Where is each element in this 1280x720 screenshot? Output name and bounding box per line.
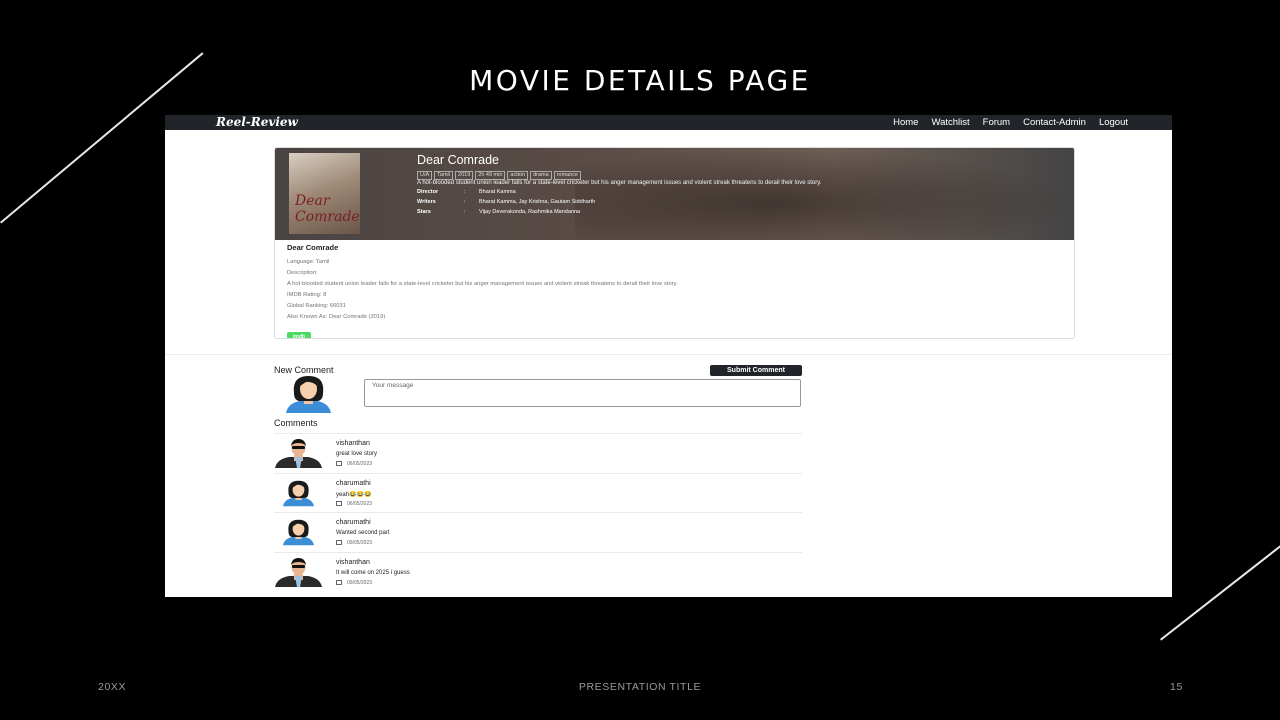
comment-item: charumathi yeah😂😂😂 06/05/2023	[274, 472, 802, 513]
movie-tag: action	[507, 171, 529, 180]
navbar: Reel-Review Home Watchlist Forum Contact…	[165, 115, 1172, 130]
brand-logo[interactable]: Reel-Review	[216, 115, 298, 130]
crew-separator: :	[464, 209, 466, 215]
description-text: A hot-blooded student union leader falls…	[287, 281, 678, 287]
description-label: Description:	[287, 270, 318, 276]
comment-user: charumathi	[336, 519, 371, 526]
also-known-as: Also Known As: Dear Comrade (2019)	[287, 314, 386, 320]
comment-date: 06/05/2023	[336, 461, 372, 467]
comment-date: 06/05/2023	[336, 500, 373, 507]
divider	[165, 354, 1172, 355]
footer-page-number: 15	[1170, 681, 1183, 693]
comment-user: charumathi	[336, 479, 371, 487]
decorative-line	[1160, 542, 1280, 641]
movie-poster: Dear Comrade	[289, 153, 360, 234]
nav-home[interactable]: Home	[893, 115, 918, 130]
crew-value: Bharat Kamma	[479, 189, 516, 195]
movie-tag: U/A	[417, 171, 433, 180]
comment-text: It will come on 2025 i guess	[336, 569, 410, 576]
comment-user: vishanthan	[336, 440, 370, 447]
imdb-button[interactable]: imdb	[287, 332, 311, 338]
nav-contact-admin[interactable]: Contact-Admin	[1023, 115, 1086, 130]
movie-title: Dear Comrade	[417, 153, 499, 167]
screenshot-frame: Reel-Review Home Watchlist Forum Contact…	[165, 115, 1172, 597]
global-ranking: Global Ranking: 66031	[287, 303, 346, 309]
comment-item: vishanthan great love story 06/05/2023	[274, 433, 802, 473]
comment-text: Wanted second part	[336, 530, 390, 536]
movie-info: Dear Comrade Language: Tamil Description…	[287, 243, 1062, 338]
hero-backdrop	[575, 148, 1074, 240]
new-comment-heading: New Comment	[274, 365, 334, 375]
comment-text: great love story	[336, 451, 378, 457]
comment-date-text: 06/05/2023	[347, 500, 373, 507]
calendar-icon	[336, 500, 342, 506]
comment-user: vishanthan	[336, 558, 370, 566]
calendar-icon	[336, 461, 342, 466]
message-textarea[interactable]: Your message	[364, 379, 801, 407]
submit-comment-button[interactable]: Submit Comment	[710, 365, 802, 376]
crew-value: Vijay Deverakonda, Rashmika Mandanna	[479, 209, 581, 215]
comment-date-text: 06/05/2023	[347, 461, 373, 467]
crew-separator: :	[464, 199, 466, 205]
movie-tag: 2h 49 min	[475, 171, 506, 180]
movie-card: Dear Comrade Dear Comrade U/A Tamil 2019…	[274, 147, 1075, 339]
crew-stars: Stars: Vijay Deverakonda, Rashmika Mandan…	[417, 209, 580, 215]
language-line: Language: Tamil	[287, 259, 330, 265]
movie-tag: drama	[530, 171, 552, 180]
movie-tag: Tamil	[434, 171, 454, 180]
male-avatar-icon	[274, 558, 323, 587]
movie-hero-banner: Dear Comrade Dear Comrade U/A Tamil 2019…	[275, 148, 1074, 240]
calendar-icon	[336, 579, 342, 585]
comment-item: charumathi Wanted second part 09/05/2023	[274, 512, 802, 552]
slide-title: MOVIE DETAILS PAGE	[469, 64, 811, 97]
nav-forum[interactable]: Forum	[983, 115, 1010, 130]
movie-tag: romance	[553, 171, 582, 180]
female-avatar-icon	[274, 479, 323, 508]
male-avatar-icon	[274, 439, 323, 468]
movie-tag: 2019	[455, 171, 474, 180]
poster-title-art: Dear Comrade	[295, 193, 360, 225]
movie-tagline: A hot-blooded student union leader falls…	[417, 180, 822, 186]
nav-logout[interactable]: Logout	[1099, 115, 1128, 130]
crew-director: Director: Bharat Kamma	[417, 189, 516, 195]
crew-label: Stars	[417, 209, 431, 215]
comment-item: vishanthan It will come on 2025 i guess …	[274, 551, 802, 592]
crew-separator: :	[464, 189, 466, 195]
female-avatar-icon	[273, 376, 344, 413]
nav-links: Home Watchlist Forum Contact-Admin Logou…	[893, 115, 1128, 130]
crew-writers: Writers: Bharat Kamma, Jay Krishna, Gauta…	[417, 199, 595, 205]
crew-label: Writers	[417, 199, 436, 205]
comment-date: 09/05/2023	[336, 579, 373, 586]
nav-watchlist[interactable]: Watchlist	[931, 115, 969, 130]
info-title: Dear Comrade	[287, 243, 339, 252]
imdb-rating: IMDB Rating: 8	[287, 292, 327, 298]
footer-presentation-title: PRESENTATION TITLE	[578, 681, 702, 693]
comment-date: 09/05/2023	[336, 540, 372, 546]
comment-date-text: 09/05/2023	[347, 579, 373, 586]
crew-label: Director	[417, 189, 439, 195]
comments-heading: Comments	[274, 418, 318, 428]
comment-text: yeah😂😂😂	[336, 491, 372, 498]
female-avatar-icon	[274, 518, 323, 547]
comment-date-text: 09/05/2023	[347, 540, 373, 546]
comments-list: vishanthan great love story 06/05/2023 c…	[274, 433, 802, 591]
calendar-icon	[336, 540, 342, 545]
movie-tags: U/A Tamil 2019 2h 49 min action drama ro…	[417, 171, 582, 180]
crew-value: Bharat Kamma, Jay Krishna, Gautam Siddha…	[479, 199, 596, 205]
